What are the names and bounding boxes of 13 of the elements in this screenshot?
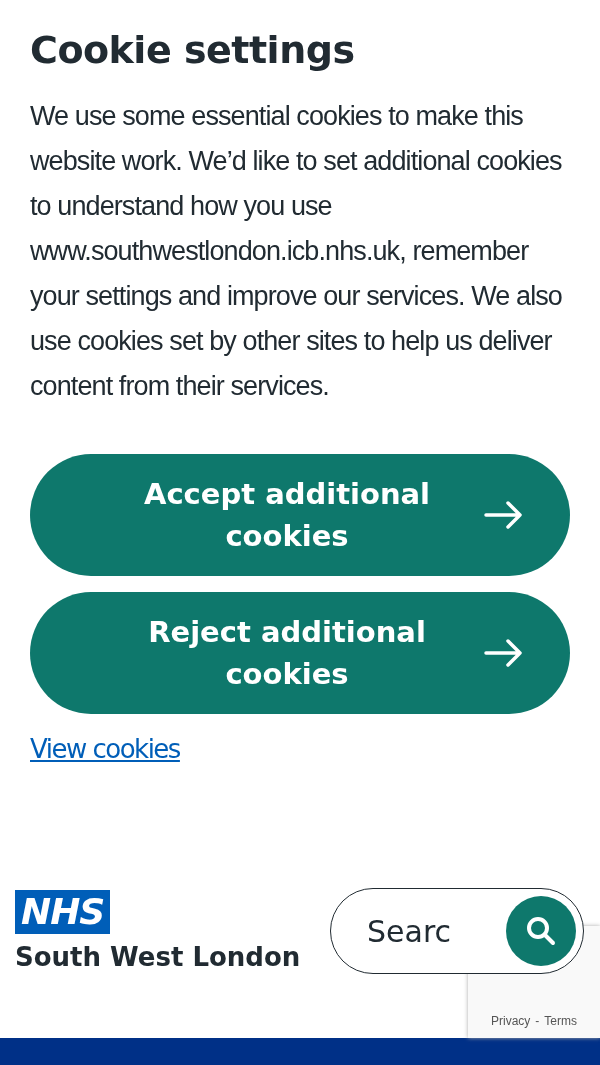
banner-title: Cookie settings [30, 28, 356, 72]
arrow-right-icon [484, 638, 524, 668]
separator: - [535, 1014, 540, 1028]
organisation-name[interactable]: South West London [15, 942, 301, 972]
banner-text: We use some essential cookies to make this website work. We’d like to set additional cookies to understand how you use www.southwestlondon.icb.nhs.uk, remember your settings and improve our services. We also use cookies set by other sites to help us deliver content from their services. [30, 100, 563, 403]
terms-link[interactable]: Terms [544, 1014, 577, 1028]
view-cookies-link[interactable]: View cookies [30, 734, 180, 764]
search-icon [524, 914, 558, 948]
logo-badge[interactable]: NHS [15, 890, 111, 934]
cookie-button[interactable]: Reject additional cookies [30, 592, 570, 714]
privacy-link[interactable]: Privacy [491, 1014, 531, 1028]
cookie-button[interactable]: Accept additional cookies [30, 454, 570, 576]
arrow-right-icon [484, 500, 524, 530]
